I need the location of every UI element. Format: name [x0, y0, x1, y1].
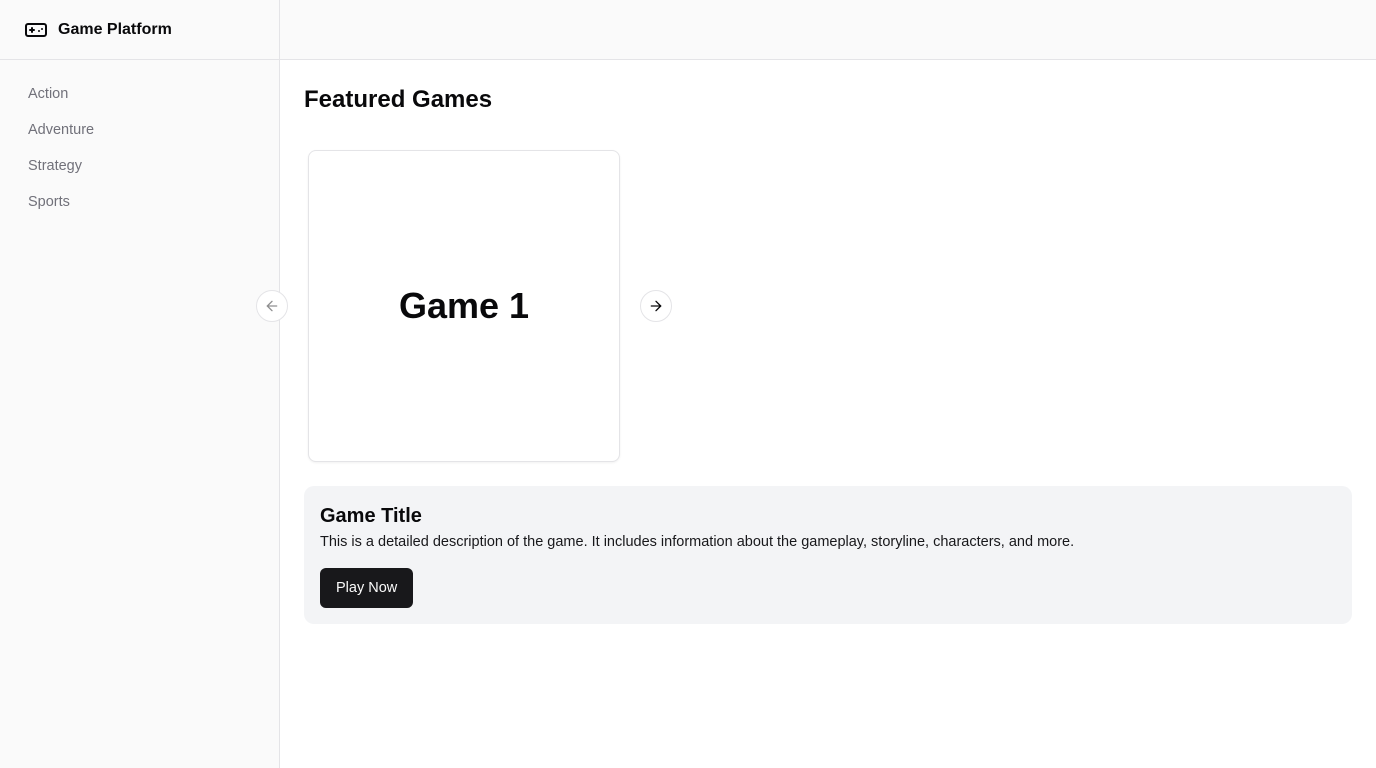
featured-carousel: Game 1: [256, 150, 1352, 470]
main-area: Featured Games Game 1 Game Title This is…: [256, 0, 1376, 768]
app-root: Game Platform Action Adventure Strategy …: [0, 0, 1376, 768]
sidebar: Game Platform Action Adventure Strategy …: [0, 0, 280, 768]
game-card-label: Game 1: [398, 285, 530, 326]
app-title: Game Platform: [58, 20, 172, 38]
carousel-prev-button[interactable]: [256, 290, 288, 322]
brand: Game Platform: [0, 0, 279, 60]
game-title: Game Title: [320, 505, 422, 527]
gamepad-icon: [24, 18, 48, 42]
page-title: Featured Games: [304, 86, 493, 113]
carousel-next-button[interactable]: [640, 290, 672, 322]
sidebar-item-strategy[interactable]: Strategy: [0, 154, 279, 190]
top-bar: [280, 0, 1376, 60]
sidebar-item-adventure[interactable]: Adventure: [0, 118, 279, 154]
sidebar-nav: Action Adventure Strategy Sports: [0, 60, 279, 226]
arrow-left-icon: [264, 298, 280, 314]
game-description: This is a detailed description of the ga…: [320, 534, 1075, 550]
game-details-panel: Game Title This is a detailed descriptio…: [304, 486, 1352, 624]
game-card[interactable]: Game 1: [308, 150, 620, 462]
sidebar-item-sports[interactable]: Sports: [0, 190, 279, 226]
sidebar-item-action[interactable]: Action: [0, 82, 279, 118]
content: Featured Games Game 1 Game Title This is…: [256, 60, 1376, 624]
arrow-right-icon: [648, 298, 664, 314]
play-now-button[interactable]: Play Now: [320, 568, 414, 608]
